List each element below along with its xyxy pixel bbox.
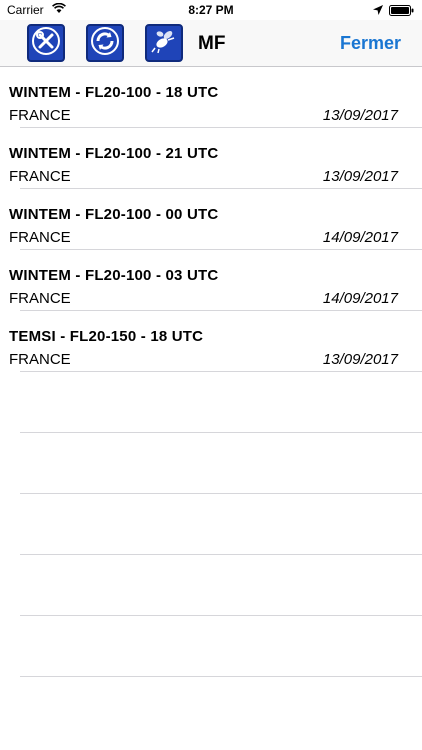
list-item[interactable]: WINTEM - FL20-100 - 21 UTC FRANCE 13/09/…	[0, 128, 422, 189]
item-date: 14/09/2017	[322, 229, 398, 246]
list-item[interactable]: WINTEM - FL20-100 - 03 UTC FRANCE 14/09/…	[0, 250, 422, 311]
settings-button[interactable]	[27, 24, 65, 62]
item-title: TEMSI - FL20-150 - 18 UTC	[9, 328, 204, 345]
refresh-icon	[90, 26, 120, 61]
wrench-screwdriver-icon	[31, 26, 61, 61]
status-bar: Carrier 8:27 PM	[0, 0, 422, 20]
bee-button[interactable]	[145, 24, 183, 62]
empty-row	[0, 372, 422, 433]
item-region: FRANCE	[9, 290, 71, 307]
battery-icon	[389, 5, 414, 16]
close-button[interactable]: Fermer	[340, 33, 401, 54]
location-arrow-icon	[373, 4, 383, 18]
item-title: WINTEM - FL20-100 - 00 UTC	[9, 206, 219, 223]
nav-title: MF	[198, 33, 226, 54]
item-date: 14/09/2017	[322, 290, 398, 307]
empty-row	[0, 494, 422, 555]
item-date: 13/09/2017	[322, 168, 398, 185]
item-title: WINTEM - FL20-100 - 18 UTC	[9, 84, 219, 101]
list-item[interactable]: WINTEM - FL20-100 - 00 UTC FRANCE 14/09/…	[0, 189, 422, 250]
item-date: 13/09/2017	[322, 107, 398, 124]
status-time: 8:27 PM	[188, 3, 234, 17]
list-item[interactable]: TEMSI - FL20-150 - 18 UTC FRANCE 13/09/2…	[0, 311, 422, 372]
navigation-bar: MF Fermer	[0, 20, 422, 67]
item-region: FRANCE	[9, 351, 71, 368]
item-title: WINTEM - FL20-100 - 21 UTC	[9, 145, 219, 162]
item-region: FRANCE	[9, 107, 71, 124]
empty-row	[0, 555, 422, 616]
bee-icon	[149, 26, 179, 61]
item-title: WINTEM - FL20-100 - 03 UTC	[9, 267, 219, 284]
item-date: 13/09/2017	[322, 351, 398, 368]
item-region: FRANCE	[9, 229, 71, 246]
row-divider	[20, 676, 422, 677]
empty-row	[0, 433, 422, 494]
item-region: FRANCE	[9, 168, 71, 185]
list-item[interactable]: WINTEM - FL20-100 - 18 UTC FRANCE 13/09/…	[0, 67, 422, 128]
empty-row	[0, 616, 422, 677]
refresh-button[interactable]	[86, 24, 124, 62]
document-list: WINTEM - FL20-100 - 18 UTC FRANCE 13/09/…	[0, 67, 422, 677]
